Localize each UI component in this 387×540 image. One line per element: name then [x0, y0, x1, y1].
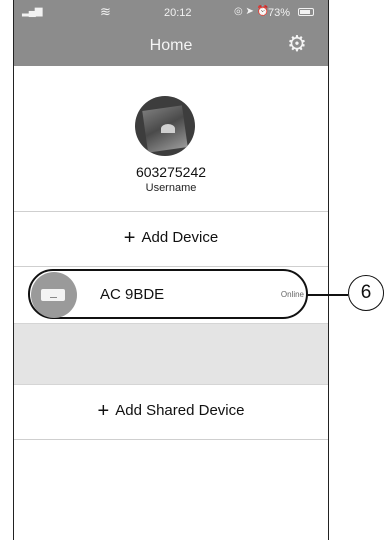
callout-number: 6 — [348, 275, 384, 311]
plus-icon: + — [123, 227, 136, 249]
ac-unit-shape — [41, 289, 65, 301]
page-title: Home — [149, 37, 193, 54]
user-id: 603275242 — [135, 164, 207, 180]
add-shared-device-content: + Add Shared Device — [14, 400, 328, 423]
battery-icon — [298, 8, 314, 16]
air-conditioner-icon — [31, 272, 77, 318]
add-device-button[interactable]: + Add Device — [14, 212, 328, 267]
callout-line — [307, 294, 348, 296]
status-time: 20:12 — [164, 7, 192, 19]
device-name: AC 9BDE — [100, 286, 165, 303]
device-row[interactable]: AC 9BDE Online — [14, 268, 328, 322]
avatar-image-detail — [161, 124, 175, 133]
section-divider — [14, 323, 328, 385]
gear-icon[interactable]: ⚙ — [286, 33, 308, 55]
nav-bar: Home ⚙ — [14, 26, 328, 66]
device-status: Online — [280, 290, 304, 299]
status-bar: ▂▄▆ ≋ 20:12 ◎ ➤ ⏰ 73% — [14, 0, 328, 26]
add-shared-device-label: Add Shared Device — [115, 402, 245, 419]
add-device-content: + Add Device — [14, 227, 328, 250]
add-shared-device-button[interactable]: + Add Shared Device — [14, 385, 328, 440]
add-device-label: Add Device — [141, 229, 219, 246]
username-label: Username — [145, 182, 197, 194]
plus-icon: + — [97, 400, 110, 422]
avatar[interactable] — [135, 96, 195, 156]
status-icons: ◎ ➤ ⏰ — [234, 6, 270, 17]
signal-icon: ▂▄▆ — [22, 6, 42, 17]
wifi-icon: ≋ — [100, 4, 111, 19]
phone-screen: ▂▄▆ ≋ 20:12 ◎ ➤ ⏰ 73% Home ⚙ 603275242 U… — [13, 0, 329, 540]
battery-percent: 73% — [268, 7, 291, 19]
profile-section: 603275242 Username — [14, 66, 328, 212]
